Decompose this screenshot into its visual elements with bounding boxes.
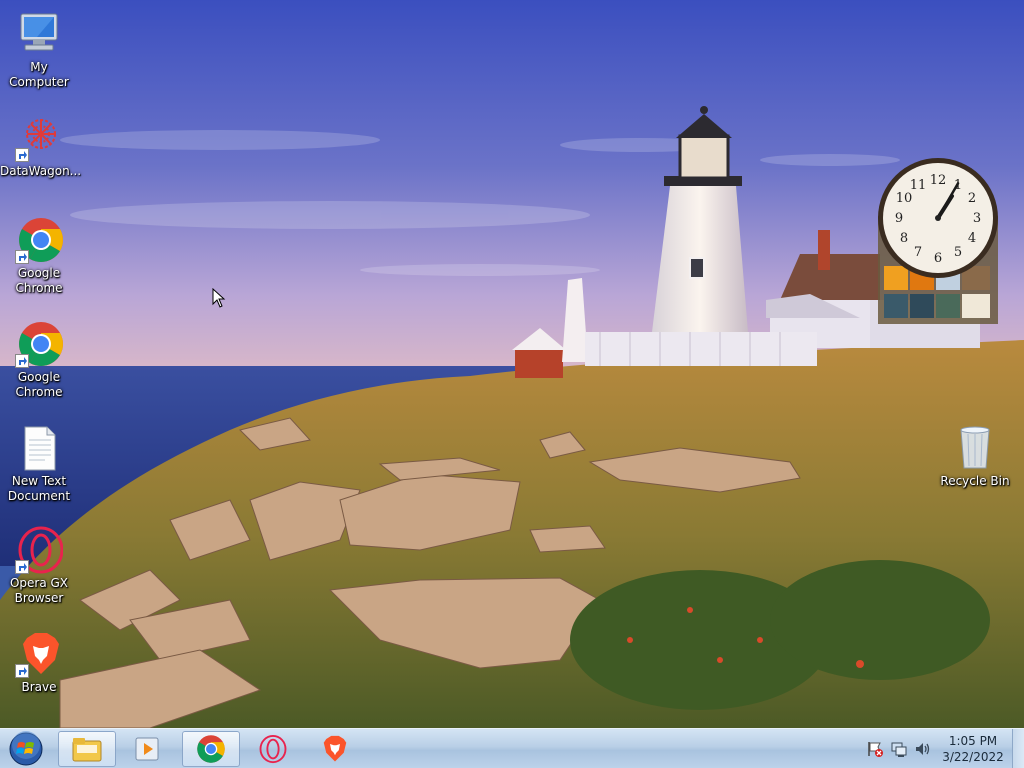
chrome-icon [15, 320, 63, 368]
clock-dial-number: 2 [968, 191, 976, 206]
desktop-icon-label: Google Chrome [15, 266, 63, 295]
taskbar-file-explorer-button[interactable] [58, 731, 116, 767]
brave-icon [15, 630, 63, 678]
clock-dial-number: 5 [954, 245, 962, 260]
taskbar-opera-gx-button[interactable] [244, 731, 302, 767]
mouse-cursor-icon [212, 288, 226, 308]
taskbar-time: 1:05 PM [948, 734, 998, 748]
desktop-wallpaper [0, 0, 1024, 728]
file-explorer-icon [72, 738, 102, 762]
taskbar-clock[interactable]: 1:05 PM 3/22/2022 [940, 733, 1006, 765]
clock-dial-number: 4 [968, 231, 976, 246]
desktop-icon-my-computer[interactable]: My Computer [0, 10, 78, 90]
chrome-icon [197, 735, 225, 763]
desktop-icon-label: DataWagon... [0, 164, 82, 178]
computer-icon [15, 10, 63, 58]
taskbar-media-player-button[interactable] [118, 731, 176, 767]
clock-dial-number: 11 [910, 178, 927, 193]
start-button[interactable] [6, 731, 46, 767]
media-player-icon [135, 737, 159, 761]
desktop-icon-label: Google Chrome [15, 370, 63, 399]
recycle-bin-icon [951, 424, 999, 472]
desktop-icon-brave[interactable]: Brave [0, 630, 78, 695]
desktop-icon-label: New Text Document [7, 474, 71, 503]
desktop-icon-google-chrome-1[interactable]: Google Chrome [0, 216, 78, 296]
datawagon-icon [15, 114, 63, 162]
taskbar-chrome-button[interactable] [182, 731, 240, 767]
shortcut-arrow-icon [15, 664, 29, 678]
desktop-icon-label: Recycle Bin [940, 474, 1010, 488]
desktop-icon-label: Brave [21, 680, 57, 694]
brave-icon [323, 735, 347, 762]
clock-gadget[interactable]: 12 1 2 3 4 5 6 7 8 9 10 11 [874, 156, 1002, 328]
windows-start-orb-icon [9, 731, 43, 766]
desktop-icon-opera-gx[interactable]: Opera GX Browser [0, 526, 78, 606]
desktop-icon-label: Opera GX Browser [9, 576, 69, 605]
taskbar-brave-button[interactable] [306, 731, 364, 767]
shortcut-arrow-icon [15, 560, 29, 574]
clock-dial-number: 10 [896, 191, 913, 206]
chrome-icon [15, 216, 63, 264]
volume-icon[interactable] [914, 740, 932, 758]
taskbar-date: 3/22/2022 [942, 750, 1004, 764]
clock-dial-number: 6 [934, 251, 942, 266]
network-icon[interactable] [890, 740, 908, 758]
shortcut-arrow-icon [15, 354, 29, 368]
clock-dial-number: 3 [973, 211, 981, 226]
action-center-flag-icon[interactable] [866, 740, 884, 758]
desktop-icon-recycle-bin[interactable]: Recycle Bin [936, 424, 1014, 489]
desktop-icon-google-chrome-2[interactable]: Google Chrome [0, 320, 78, 400]
opera-gx-icon [259, 734, 287, 764]
shortcut-arrow-icon [15, 148, 29, 162]
desktop-icon-datawagon[interactable]: DataWagon... [0, 114, 82, 179]
desktop-icon-new-text-document[interactable]: New Text Document [0, 424, 78, 504]
shortcut-arrow-icon [15, 250, 29, 264]
taskbar: 1:05 PM 3/22/2022 [0, 728, 1024, 768]
text-document-icon [15, 424, 63, 472]
clock-dial-number: 9 [895, 211, 903, 226]
clock-dial-number: 7 [914, 245, 922, 260]
clock-dial-number: 12 [930, 173, 947, 188]
clock-dial-number: 8 [900, 231, 908, 246]
show-desktop-button[interactable] [1012, 729, 1024, 768]
desktop-icon-label: My Computer [9, 60, 69, 89]
opera-gx-icon [15, 526, 64, 574]
